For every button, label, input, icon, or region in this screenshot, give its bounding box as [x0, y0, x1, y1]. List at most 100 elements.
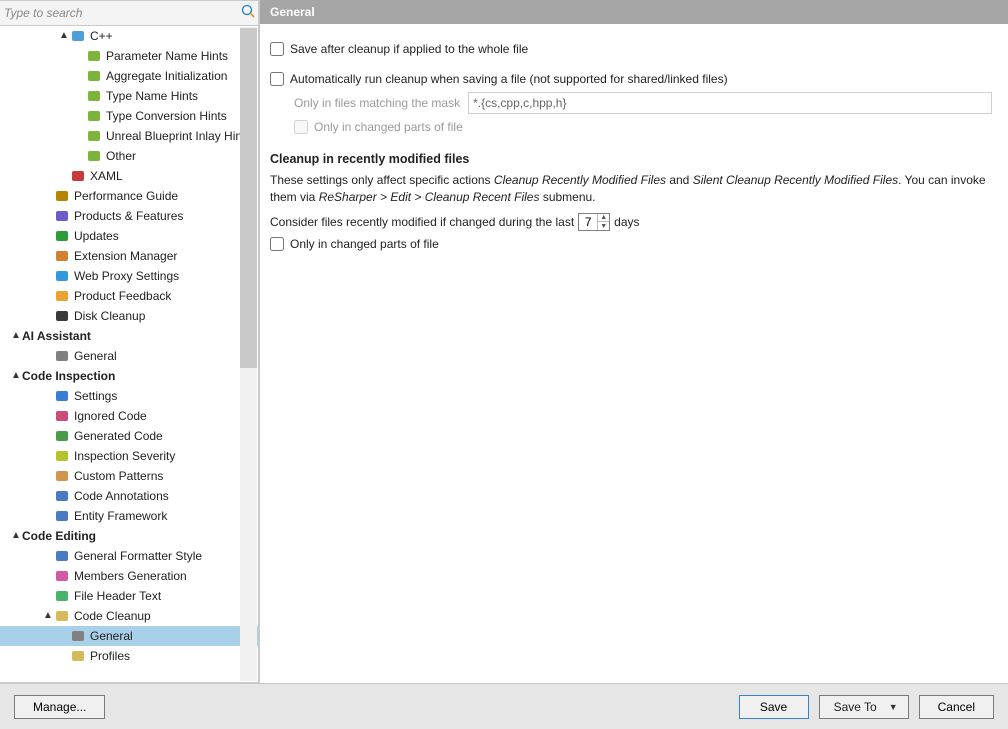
node-icon — [54, 188, 70, 204]
search-input[interactable] — [0, 2, 238, 24]
auto-run-cleanup-row[interactable]: Automatically run cleanup when saving a … — [270, 72, 992, 86]
tree-item[interactable]: Type Name Hints — [0, 86, 258, 106]
node-icon — [54, 448, 70, 464]
tree-item[interactable]: Inspection Severity — [0, 446, 258, 466]
only-changed-label-2: Only in changed parts of file — [290, 237, 439, 251]
tree[interactable]: ▲C++Parameter Name HintsAggregate Initia… — [0, 26, 258, 682]
node-icon — [54, 208, 70, 224]
tree-item[interactable]: Performance Guide — [0, 186, 258, 206]
scrollbar[interactable] — [240, 27, 257, 681]
caret-icon[interactable]: ▲ — [10, 526, 22, 546]
tree-item-label: Web Proxy Settings — [74, 266, 179, 286]
tree-item[interactable]: Products & Features — [0, 206, 258, 226]
save-to-button[interactable]: Save To ▼ — [819, 695, 909, 719]
cancel-button[interactable]: Cancel — [919, 695, 994, 719]
auto-run-cleanup-checkbox[interactable] — [270, 72, 284, 86]
tree-item[interactable]: Updates — [0, 226, 258, 246]
node-icon — [54, 588, 70, 604]
tree-item-label: Performance Guide — [74, 186, 178, 206]
tree-item-label: Products & Features — [74, 206, 183, 226]
node-icon — [54, 428, 70, 444]
tree-item-label: Type Conversion Hints — [106, 106, 227, 126]
tree-item-label: Code Annotations — [74, 486, 169, 506]
tree-item[interactable]: Parameter Name Hints — [0, 46, 258, 66]
caret-icon[interactable]: ▲ — [10, 326, 22, 346]
auto-run-cleanup-label: Automatically run cleanup when saving a … — [290, 72, 728, 86]
tree-item[interactable]: General Formatter Style — [0, 546, 258, 566]
tree-item[interactable]: Profiles — [0, 646, 258, 666]
tree-item[interactable]: General — [0, 626, 258, 646]
days-spinner[interactable]: ▲ ▼ — [578, 213, 610, 231]
node-icon — [54, 348, 70, 364]
node-icon — [54, 288, 70, 304]
tree-item[interactable]: Generated Code — [0, 426, 258, 446]
node-icon — [54, 268, 70, 284]
tree-item[interactable]: Type Conversion Hints — [0, 106, 258, 126]
manage-button[interactable]: Manage... — [14, 695, 105, 719]
mask-input[interactable] — [468, 92, 992, 114]
node-icon — [54, 388, 70, 404]
tree-item[interactable]: Ignored Code — [0, 406, 258, 426]
node-icon — [54, 248, 70, 264]
node-icon — [86, 68, 102, 84]
node-icon — [86, 108, 102, 124]
consider-row: Consider files recently modified if chan… — [270, 213, 992, 231]
tree-item[interactable]: Members Generation — [0, 566, 258, 586]
search-icon[interactable] — [238, 3, 258, 23]
tree-item-label: Inspection Severity — [74, 446, 175, 466]
tree-item[interactable]: File Header Text — [0, 586, 258, 606]
tree-item-label: Parameter Name Hints — [106, 46, 228, 66]
tree-item[interactable]: ▲Code Editing — [0, 526, 258, 546]
mask-row: Only in files matching the mask — [294, 92, 992, 114]
only-changed-row-2[interactable]: Only in changed parts of file — [270, 237, 992, 251]
tree-item[interactable]: Web Proxy Settings — [0, 266, 258, 286]
only-changed-checkbox-2[interactable] — [270, 237, 284, 251]
node-icon — [54, 228, 70, 244]
tree-item[interactable]: ▲Code Inspection — [0, 366, 258, 386]
bottom-bar: Manage... Save Save To ▼ Cancel — [0, 683, 1008, 729]
consider-post-label: days — [614, 215, 639, 229]
tree-item[interactable]: XAML — [0, 166, 258, 186]
only-changed-checkbox-1 — [294, 120, 308, 134]
tree-item[interactable]: ▲AI Assistant — [0, 326, 258, 346]
tree-item[interactable]: General — [0, 346, 258, 366]
tree-item-label: Extension Manager — [74, 246, 177, 266]
tree-item-label: Other — [106, 146, 136, 166]
tree-item[interactable]: Aggregate Initialization — [0, 66, 258, 86]
tree-item[interactable]: Extension Manager — [0, 246, 258, 266]
tree-item[interactable]: Code Annotations — [0, 486, 258, 506]
tree-item[interactable]: Custom Patterns — [0, 466, 258, 486]
node-icon — [54, 468, 70, 484]
tree-item-label: File Header Text — [74, 586, 161, 606]
save-after-cleanup-row[interactable]: Save after cleanup if applied to the who… — [270, 42, 992, 56]
days-down[interactable]: ▼ — [597, 222, 609, 230]
node-icon — [70, 168, 86, 184]
tree-item[interactable]: Other — [0, 146, 258, 166]
tree-item-label: Aggregate Initialization — [106, 66, 227, 86]
tree-item-label: General Formatter Style — [74, 546, 202, 566]
tree-item[interactable]: ▲Code Cleanup — [0, 606, 258, 626]
tree-item[interactable]: Unreal Blueprint Inlay Hints — [0, 126, 258, 146]
days-input[interactable] — [579, 214, 597, 230]
tree-item-label: Updates — [74, 226, 119, 246]
save-to-label: Save To — [834, 700, 877, 714]
caret-icon[interactable]: ▲ — [42, 606, 54, 626]
tree-item-label: Unreal Blueprint Inlay Hints — [106, 126, 251, 146]
tree-item[interactable]: Product Feedback — [0, 286, 258, 306]
days-up[interactable]: ▲ — [597, 214, 609, 223]
search-row — [0, 0, 259, 26]
tree-item[interactable]: Entity Framework — [0, 506, 258, 526]
save-button[interactable]: Save — [739, 695, 809, 719]
tree-item[interactable]: Settings — [0, 386, 258, 406]
tree-item[interactable]: Disk Cleanup — [0, 306, 258, 326]
caret-icon[interactable]: ▲ — [10, 366, 22, 386]
node-icon — [86, 148, 102, 164]
only-changed-row-1: Only in changed parts of file — [294, 120, 992, 134]
tree-item[interactable]: ▲C++ — [0, 26, 258, 46]
caret-icon[interactable]: ▲ — [58, 26, 70, 46]
tree-item-label: Settings — [74, 386, 117, 406]
save-after-cleanup-checkbox[interactable] — [270, 42, 284, 56]
node-icon — [86, 48, 102, 64]
node-icon — [54, 508, 70, 524]
tree-item-label: XAML — [90, 166, 123, 186]
